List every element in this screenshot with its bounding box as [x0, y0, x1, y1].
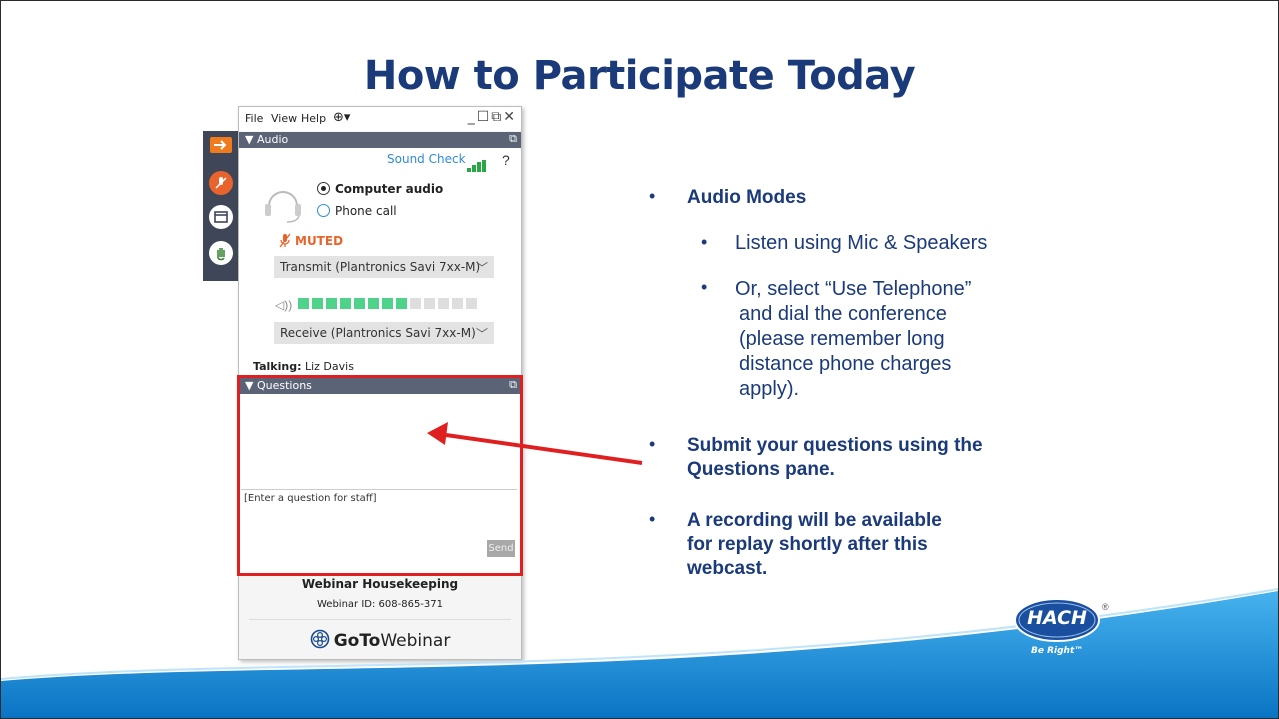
recording-line-2: for replay shortly after this [687, 534, 928, 555]
registered-mark: ® [1102, 602, 1109, 612]
telephone-line-3: (please remember long [739, 328, 945, 350]
telephone-line-2: and dial the conference [739, 303, 947, 325]
bullet-dot: • [649, 186, 656, 206]
audio-modes-label: Audio Modes [687, 187, 807, 208]
questions-line-1: Submit your questions using the [687, 435, 983, 456]
hach-tagline: Be Right™ [1031, 646, 1084, 656]
telephone-line-1: Or, select “Use Telephone” [735, 278, 972, 300]
listen-text: Listen using Mic & Speakers [735, 232, 988, 254]
telephone-line-5: apply). [739, 378, 800, 400]
slide: How to Participate Today File View Help … [0, 0, 1279, 719]
recording-line-1: A recording will be available [687, 510, 942, 531]
hach-logo-text: HACH [1027, 607, 1087, 629]
telephone-line-4: distance phone charges [739, 353, 952, 375]
questions-line-2: Questions pane. [687, 459, 835, 480]
